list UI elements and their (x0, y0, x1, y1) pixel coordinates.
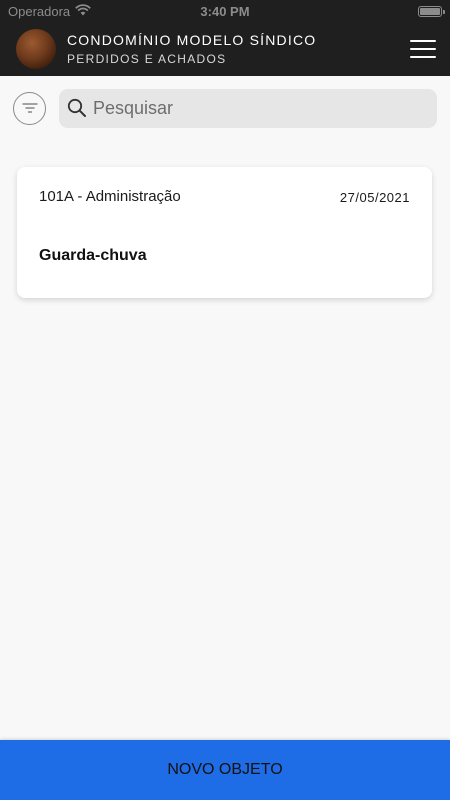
carrier-label: Operadora (8, 3, 71, 19)
condominium-avatar (16, 29, 56, 69)
filter-icon (21, 103, 38, 113)
battery-icon (418, 5, 445, 17)
wifi-icon (75, 3, 92, 19)
menu-icon[interactable] (410, 40, 436, 58)
item-name: Guarda-chuva (39, 247, 147, 264)
search-box[interactable] (59, 88, 437, 128)
filter-button[interactable] (13, 91, 46, 125)
new-object-button[interactable]: NOVO OBJETO (0, 740, 450, 800)
search-input[interactable] (93, 97, 413, 119)
status-bar: Operadora 3:40 PM (0, 0, 450, 22)
lost-item-card[interactable]: 101A - Administração 27/05/2021 Guarda-c… (17, 167, 432, 298)
status-bar-left: Operadora (8, 3, 92, 19)
page-subtitle: PERDIDOS E ACHADOS (67, 52, 227, 66)
header-titles: CONDOMÍNIO MODELO SÍNDICO PERDIDOS E ACH… (67, 31, 316, 67)
page-title: CONDOMÍNIO MODELO SÍNDICO (67, 32, 317, 48)
item-unit: 101A - Administração (39, 188, 181, 205)
item-date: 27/05/2021 (339, 190, 410, 205)
search-row (13, 88, 437, 128)
app-header: CONDOMÍNIO MODELO SÍNDICO PERDIDOS E ACH… (0, 22, 450, 76)
search-icon (67, 98, 86, 117)
